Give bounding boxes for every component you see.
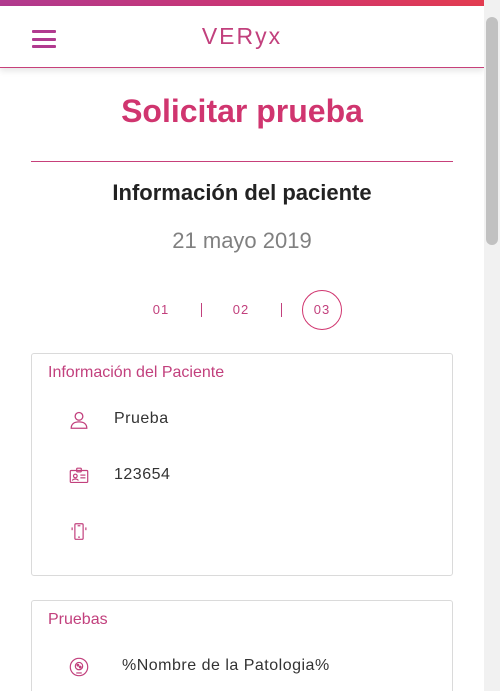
patient-card-title: Información del Paciente: [48, 364, 225, 381]
patient-name-row: Prueba: [32, 405, 452, 435]
patient-info-card: Información del Paciente Prueba 123654: [31, 353, 453, 576]
patient-id-row: 123654: [32, 461, 452, 491]
step-separator: [201, 303, 202, 317]
vertical-scrollbar[interactable]: [484, 0, 500, 691]
app-title: VERyx: [201, 23, 283, 49]
test-name: %Nombre de la Patologia%: [122, 657, 330, 674]
request-date: 21 mayo 2019: [172, 228, 312, 253]
user-icon: [68, 409, 90, 431]
tests-card: Pruebas %Nombre de la Patologia%: [31, 600, 453, 691]
section-title: Información del paciente: [112, 180, 372, 205]
app-viewport: VERyx Solicitar prueba Información del p…: [0, 0, 500, 691]
step-separator: [281, 303, 282, 317]
patient-phone-row: [32, 517, 452, 547]
patient-id: 123654: [114, 466, 171, 483]
step-03-active[interactable]: 03: [302, 290, 342, 330]
patient-name: Prueba: [114, 410, 169, 427]
step-01[interactable]: 01: [141, 290, 181, 330]
mobile-phone-icon: [68, 521, 90, 543]
id-card-icon: [68, 465, 90, 487]
step-02[interactable]: 02: [221, 290, 261, 330]
scrollbar-thumb[interactable]: [486, 17, 498, 245]
pathology-icon: [68, 656, 90, 678]
page-title: Solicitar prueba: [121, 93, 363, 129]
stepper: 01 02 03: [0, 290, 484, 330]
app-header: VERyx: [0, 6, 484, 68]
title-divider: [31, 161, 453, 162]
test-item-row: %Nombre de la Patologia%: [32, 652, 452, 682]
tests-card-title: Pruebas: [48, 611, 108, 628]
